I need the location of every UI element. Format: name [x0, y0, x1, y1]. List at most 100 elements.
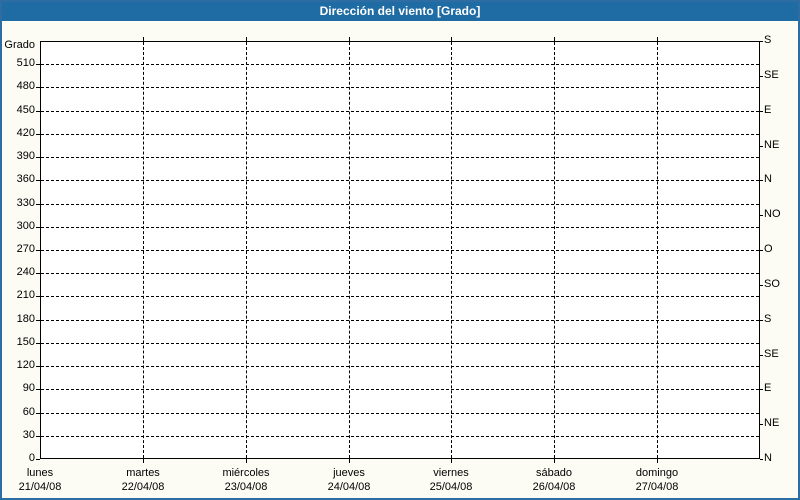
compass-tick: [760, 76, 763, 77]
v-gridline: [554, 42, 555, 458]
day-bottom-tick: [246, 459, 247, 463]
h-gridline: [41, 227, 759, 228]
day-name: viernes: [401, 466, 501, 480]
x-day-label: viernes25/04/08: [401, 466, 501, 494]
day-bottom-tick: [554, 459, 555, 463]
x-day-label: sábado26/04/08: [504, 466, 604, 494]
y-axis-tick: [36, 459, 40, 460]
y-axis-tick: [36, 204, 40, 205]
h-gridline: [41, 64, 759, 65]
x-day-label: miércoles23/04/08: [196, 466, 296, 494]
day-name: domingo: [607, 466, 707, 480]
y-axis-tick-label: 90: [2, 382, 35, 395]
day-name: jueves: [299, 466, 399, 480]
y-axis-tick-label: 60: [2, 406, 35, 419]
h-gridline: [41, 250, 759, 251]
y-axis-tick: [36, 389, 40, 390]
h-gridline: [41, 389, 759, 390]
compass-label: N: [764, 173, 772, 186]
day-name: martes: [93, 466, 193, 480]
x-day-label: jueves24/04/08: [299, 466, 399, 494]
compass-label: NE: [764, 139, 779, 152]
compass-label: SE: [764, 348, 779, 361]
day-date: 21/04/08: [0, 480, 90, 494]
y-axis-tick-label: 420: [2, 127, 35, 140]
h-gridline: [41, 204, 759, 205]
h-gridline: [41, 366, 759, 367]
compass-label: N: [764, 452, 772, 465]
h-gridline: [41, 296, 759, 297]
day-bottom-tick: [657, 459, 658, 463]
y-axis-tick-label: 180: [2, 313, 35, 326]
y-axis-tick: [36, 250, 40, 251]
compass-tick: [760, 285, 763, 286]
day-top-tick: [246, 37, 247, 41]
day-top-tick: [349, 37, 350, 41]
compass-label: SO: [764, 278, 780, 291]
compass-label: E: [764, 382, 771, 395]
day-date: 27/04/08: [607, 480, 707, 494]
day-top-tick: [143, 37, 144, 41]
compass-tick: [760, 215, 763, 216]
y-axis-tick-label: 330: [2, 197, 35, 210]
y-axis-tick-label: 150: [2, 336, 35, 349]
v-gridline: [246, 42, 247, 458]
h-gridline: [41, 320, 759, 321]
y-axis-tick: [36, 157, 40, 158]
y-axis-tick: [36, 296, 40, 297]
compass-tick: [760, 250, 763, 251]
compass-label: SE: [764, 69, 779, 82]
h-gridline: [41, 157, 759, 158]
day-bottom-tick: [143, 459, 144, 463]
compass-label: O: [764, 243, 773, 256]
y-axis-tick-label: 120: [2, 359, 35, 372]
h-gridline: [41, 180, 759, 181]
day-date: 24/04/08: [299, 480, 399, 494]
compass-tick: [760, 320, 763, 321]
day-date: 26/04/08: [504, 480, 604, 494]
y-axis-tick-label: 360: [2, 173, 35, 186]
y-axis-tick-label: 210: [2, 289, 35, 302]
y-axis-tick: [36, 413, 40, 414]
y-axis-tick: [36, 366, 40, 367]
y-axis-tick-label: 510: [2, 57, 35, 70]
y-axis-tick-label: 450: [2, 104, 35, 117]
compass-label: E: [764, 104, 771, 117]
x-day-label: domingo27/04/08: [607, 466, 707, 494]
y-axis-tick: [36, 64, 40, 65]
y-axis-tick: [36, 273, 40, 274]
y-axis-tick-label: 270: [2, 243, 35, 256]
h-gridline: [41, 413, 759, 414]
compass-tick: [760, 355, 763, 356]
y-axis-tick: [36, 436, 40, 437]
y-axis-tick-label: 390: [2, 150, 35, 163]
y-axis-tick: [36, 134, 40, 135]
y-axis-tick-label: 300: [2, 220, 35, 233]
day-top-tick: [657, 37, 658, 41]
y-axis-tick: [36, 227, 40, 228]
y-axis-tick-label: 240: [2, 266, 35, 279]
y-axis-tick: [36, 111, 40, 112]
compass-label: NO: [764, 208, 781, 221]
day-top-tick: [451, 37, 452, 41]
compass-label: S: [764, 34, 771, 47]
x-day-label: lunes21/04/08: [0, 466, 90, 494]
plot-area: [40, 41, 760, 459]
v-gridline: [657, 42, 658, 458]
title-bar: Dirección del viento [Grado]: [2, 2, 798, 21]
h-gridline: [41, 134, 759, 135]
chart-window: Dirección del viento [Grado] Grado 51048…: [0, 0, 800, 500]
day-bottom-tick: [349, 459, 350, 463]
compass-tick: [760, 389, 763, 390]
day-bottom-tick: [451, 459, 452, 463]
h-gridline: [41, 273, 759, 274]
compass-tick: [760, 424, 763, 425]
day-name: miércoles: [196, 466, 296, 480]
y-axis-tick: [36, 320, 40, 321]
h-gridline: [41, 343, 759, 344]
y-axis-tick: [36, 180, 40, 181]
compass-tick: [760, 146, 763, 147]
y-axis-tick-label: 0: [2, 452, 35, 465]
compass-label: S: [764, 313, 771, 326]
compass-tick: [760, 111, 763, 112]
